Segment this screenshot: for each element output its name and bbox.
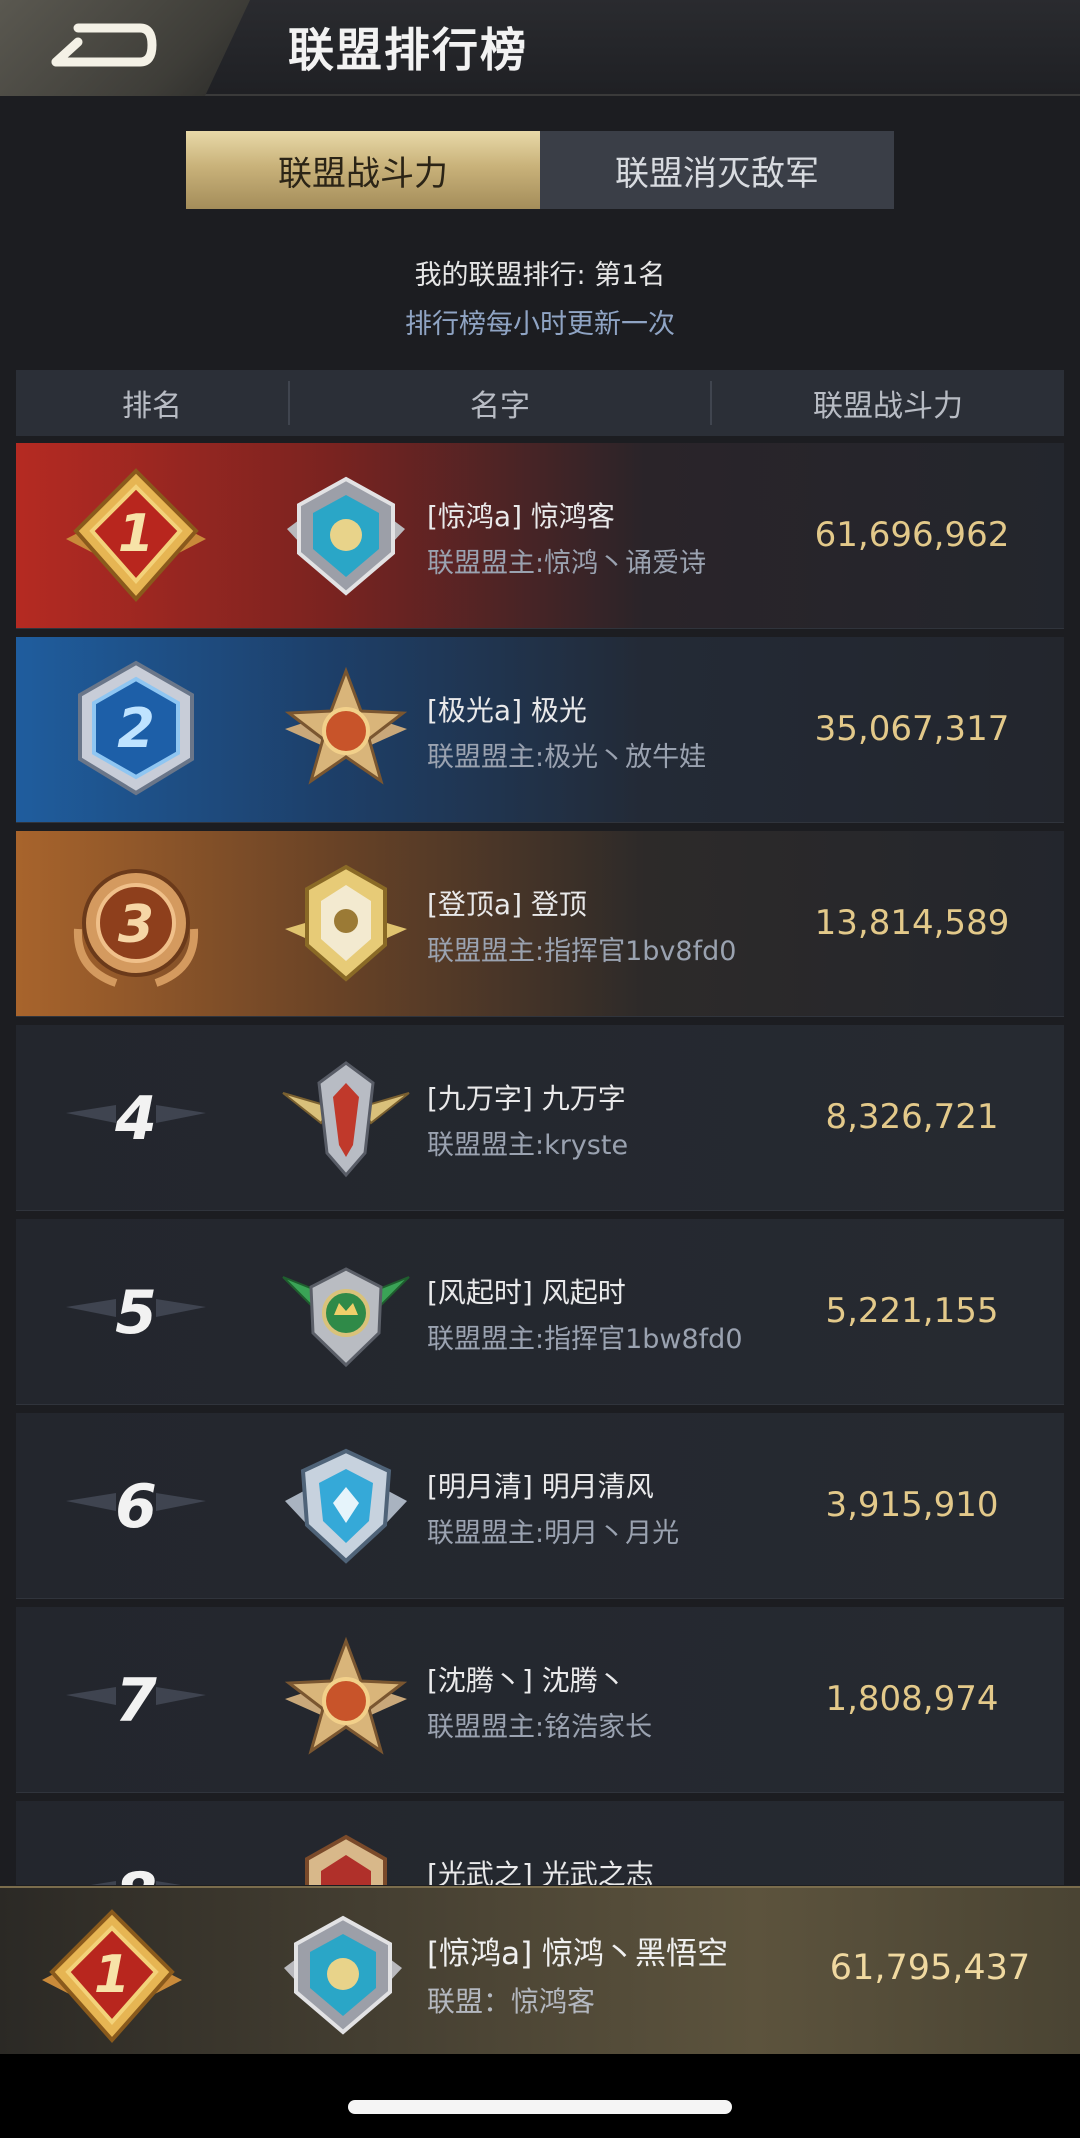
alliance-leader: 联盟盟主:明月丶月光 — [427, 1518, 680, 1549]
ice-shield-emblem-icon — [285, 1448, 407, 1564]
rank-number: 7 — [115, 1666, 157, 1736]
rank-number: 8 — [115, 1860, 157, 1885]
alliance-name: [光武之] 光武之志 — [427, 1858, 654, 1885]
back-button[interactable] — [0, 0, 250, 96]
col-header-rank: 排名 — [16, 381, 290, 425]
rank-number: 1 — [118, 504, 154, 564]
bottom-safe-area — [0, 2054, 1080, 2138]
alliance-leader: 联盟盟主:指挥官1bv8fd0 — [427, 936, 737, 967]
alliance-power: 5,221,155 — [825, 1291, 999, 1331]
table-row[interactable]: 2 [极光a] 极光 联盟盟主:极光丶放牛娃 35,067,317 — [16, 637, 1064, 823]
blue-shield-emblem-icon — [287, 476, 405, 596]
rank-2-blue-badge-icon: 2 — [78, 660, 194, 796]
alliance-power: 1,808,974 — [825, 1679, 999, 1719]
alliance-power: 35,067,317 — [814, 709, 1010, 749]
table-row[interactable]: 7 [沈腾丶] 沈腾丶 联盟盟主:铭浩家长 1,808,974 — [16, 1607, 1064, 1793]
alliance-name: [登顶a] 登顶 — [427, 888, 587, 921]
alliance-power: 61,696,962 — [814, 515, 1010, 555]
rank-3-bronze-badge-icon: 3 — [73, 869, 199, 987]
alliance-leader: 联盟盟主:kryste — [427, 1130, 629, 1161]
table-row[interactable]: 3 [登顶a] 登顶 联盟盟主:指挥官1bv8fd0 13,814,589 — [16, 831, 1064, 1017]
alliance-power: 13,814,589 — [814, 903, 1010, 943]
rank-number: 3 — [118, 895, 154, 955]
rank-number: 4 — [114, 1084, 157, 1154]
page-title: 联盟排行榜 — [288, 23, 528, 77]
green-wings-crown-emblem-icon — [282, 1267, 410, 1368]
alliance-name: [明月清] 明月清风 — [427, 1470, 654, 1503]
table-row[interactable]: 5 [风起时] 风起时 联盟盟主:指挥官1bw8fd0 5,221,155 — [16, 1219, 1064, 1405]
my-player-name: [惊鸿a] 惊鸿丶黑悟空 — [427, 1936, 729, 1972]
alliance-leader: 联盟盟主:极光丶放牛娃 — [427, 742, 707, 773]
col-header-power: 联盟战斗力 — [813, 389, 963, 424]
my-alliance-power: 61,795,437 — [829, 1948, 1031, 1988]
rank-number: 5 — [115, 1278, 157, 1348]
tab-alliance-power[interactable]: 联盟战斗力 — [186, 131, 540, 209]
alliance-name: [惊鸿a] 惊鸿客 — [427, 500, 615, 533]
table-row[interactable]: 1 [惊鸿a] 惊鸿客 联盟盟主:惊鸿丶诵爱诗 61,696,962 — [16, 443, 1064, 629]
my-alliance-bar[interactable]: 1 [惊鸿a] 惊鸿丶黑悟空 联盟：惊鸿客 61,795,437 — [0, 1886, 1080, 2054]
table-header: 排名 名字 联盟战斗力 — [16, 370, 1064, 436]
my-rank-text: 我的联盟排行: 第1名 — [414, 260, 666, 291]
table-row[interactable]: 4 [九万字] 九万字 联盟盟主:kryste 8,326,721 — [16, 1025, 1064, 1211]
orange-star-emblem-icon — [284, 666, 408, 785]
alliance-leader: 联盟盟主:铭浩家长 — [427, 1712, 653, 1743]
table-row[interactable]: 6 [明月清] 明月清风 联盟盟主:明月丶月光 3,915,910 — [16, 1413, 1064, 1599]
rank-wings-badge-icon: 5 — [66, 1278, 206, 1348]
red-crest-emblem-icon — [305, 1834, 387, 1885]
rank-1-gold-badge-icon: 1 — [66, 468, 206, 603]
gold-wings-blade-emblem-icon — [282, 1061, 410, 1178]
alliance-leader: 联盟盟主:指挥官1bw8fd0 — [427, 1324, 743, 1355]
ranking-tabs: 联盟战斗力 联盟消灭敌军 — [186, 131, 894, 209]
gold-eagle-emblem-icon — [285, 864, 407, 982]
my-alliance-label: 联盟：惊鸿客 — [427, 1985, 596, 2018]
alliance-leader: 联盟盟主:惊鸿丶诵爱诗 — [427, 548, 707, 579]
rank-wings-badge-icon: 6 — [66, 1472, 206, 1542]
rank-wings-badge-icon: 7 — [66, 1666, 206, 1736]
my-rank-number: 1 — [94, 1945, 130, 2005]
col-header-name: 名字 — [290, 381, 712, 425]
alliance-name: [九万字] 九万字 — [427, 1082, 626, 1115]
home-indicator[interactable] — [348, 2100, 732, 2114]
alliance-power: 8,326,721 — [825, 1097, 999, 1137]
back-arrow-icon — [51, 23, 157, 67]
alliance-power: 3,915,910 — [825, 1485, 999, 1525]
rank-wings-badge-icon: 4 — [66, 1084, 206, 1154]
alliance-name: [风起时] 风起时 — [427, 1276, 626, 1309]
update-note: 排行榜每小时更新一次 — [405, 309, 675, 340]
alliance-name: [极光a] 极光 — [427, 694, 587, 727]
orange-star-emblem-icon — [284, 1636, 408, 1755]
tab-enemies-destroyed[interactable]: 联盟消灭敌军 — [540, 131, 894, 209]
rank-number: 6 — [115, 1472, 157, 1542]
ranking-list[interactable]: 1 [惊鸿a] 惊鸿客 联盟盟主:惊鸿丶诵爱诗 61,696,962 2 [极光… — [16, 443, 1064, 1885]
top-bar: 联盟排行榜 — [0, 0, 1080, 96]
rank-number: 2 — [117, 697, 155, 760]
alliance-name: [沈腾丶] 沈腾丶 — [427, 1664, 626, 1697]
rank-1-gold-badge-icon: 1 — [42, 1909, 182, 2044]
blue-shield-emblem-icon — [284, 1915, 402, 2035]
rank-wings-badge-icon: 8 — [91, 1860, 181, 1885]
table-row[interactable]: 8 [光武之] 光武之志 — [16, 1801, 1064, 1885]
